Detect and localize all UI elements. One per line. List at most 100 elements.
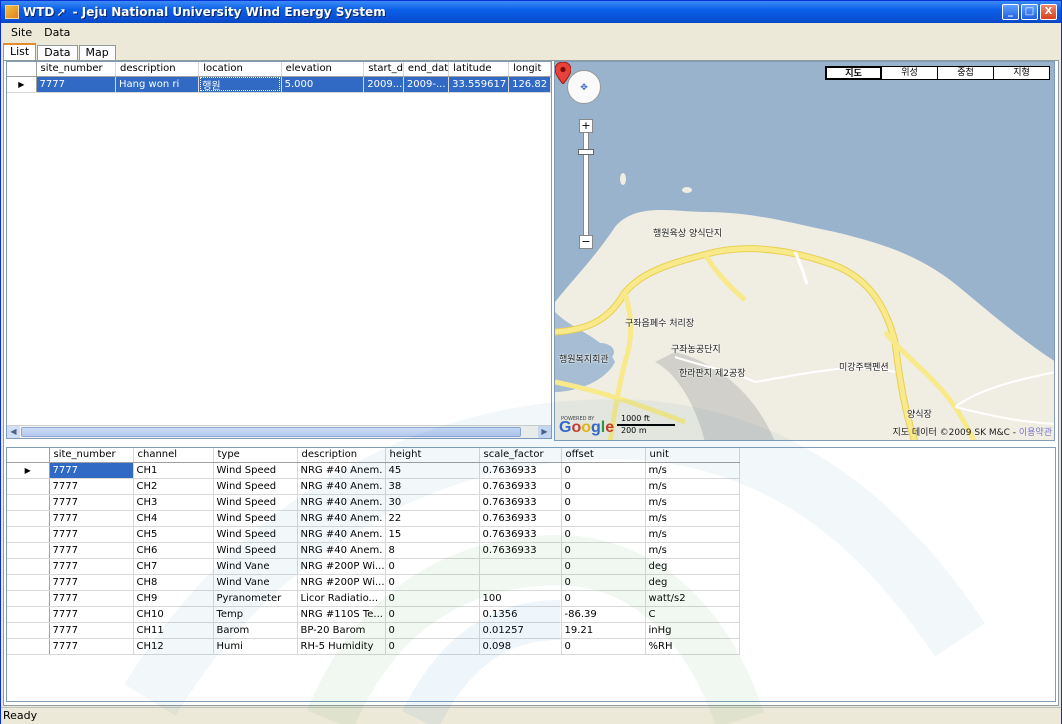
channel-cell-scale-factor[interactable]: 100 [479,590,562,607]
maximize-button[interactable]: □ [1021,4,1038,20]
site-column-header-longit[interactable]: longit [508,62,551,77]
channel-cell-type[interactable]: Wind Speed [213,478,298,495]
channel-column-header-offset[interactable]: offset [561,448,646,463]
minimize-button[interactable]: _ [1002,4,1019,20]
channel-cell-type[interactable]: Wind Speed [213,510,298,527]
channel-cell-offset[interactable]: 19.21 [561,622,646,639]
channel-cell-unit[interactable]: m/s [645,462,740,479]
channel-cell-unit[interactable]: C [645,606,740,623]
channel-cell-height[interactable]: 45 [385,462,480,479]
channel-cell-site-number[interactable]: 7777 [49,478,134,495]
channel-cell-site-number[interactable]: 7777 [49,574,134,591]
row-selector[interactable] [7,606,50,623]
channel-cell-offset[interactable]: 0 [561,510,646,527]
row-selector[interactable] [7,590,50,607]
channel-cell-description[interactable]: BP-20 Barom [297,622,386,639]
channel-cell-description[interactable]: NRG #40 Anem. [297,494,386,511]
channel-column-header-type[interactable]: type [213,448,298,463]
menu-data[interactable]: Data [38,26,76,39]
channel-cell-unit[interactable]: m/s [645,542,740,559]
channel-cell-scale-factor[interactable]: 0.7636933 [479,542,562,559]
site-column-header-latitude[interactable]: latitude [448,62,510,77]
channel-grid[interactable]: site_number channel type description height s… [6,447,1056,702]
channel-cell-offset[interactable]: 0 [561,494,646,511]
terms-of-use-link[interactable]: 이용약관 [1019,428,1052,438]
map-type-satellite-button[interactable]: 위성 [881,66,938,80]
channel-cell-scale-factor[interactable]: 0.7636933 [479,478,562,495]
channel-cell-offset[interactable]: 0 [561,558,646,575]
channel-cell-height[interactable]: 0 [385,574,480,591]
map-type-hybrid-button[interactable]: 중첩 [937,66,994,80]
zoom-rail[interactable] [583,131,589,241]
site-cell-site-number[interactable]: 7777 [36,76,117,93]
channel-cell-channel[interactable]: CH10 [133,606,214,623]
channel-cell-type[interactable]: Wind Speed [213,462,298,479]
table-row[interactable]: 7777 CH3 Wind Speed NRG #40 Anem. 30 0.763693… [7,494,740,511]
channel-cell-site-number[interactable]: 7777 [49,526,134,543]
channel-cell-description[interactable]: NRG #110S Te... [297,606,386,623]
channel-cell-type[interactable]: Wind Speed [213,494,298,511]
map-type-terrain-button[interactable]: 지형 [993,66,1050,80]
channel-cell-scale-factor[interactable] [479,574,562,591]
tab-list[interactable]: List [3,43,37,60]
zoom-slider[interactable]: + − [578,119,594,249]
table-row[interactable]: 7777 CH12 Humi RH-5 Humidity 0 0.098 0 %RH [7,638,740,655]
scroll-right-icon[interactable]: ▶ [538,426,551,438]
channel-column-header-scale-factor[interactable]: scale_factor [479,448,562,463]
channel-cell-type[interactable]: Wind Speed [213,526,298,543]
channel-column-header-unit[interactable]: unit [645,448,740,463]
channel-column-header-channel[interactable]: channel [133,448,214,463]
site-grid-horizontal-scrollbar[interactable]: ◀ ▶ [7,425,551,438]
site-cell-longit[interactable]: 126.82 [508,76,551,93]
row-selector[interactable] [7,622,50,639]
channel-cell-type[interactable]: Wind Speed [213,542,298,559]
channel-cell-unit[interactable]: inHg [645,622,740,639]
channel-cell-site-number[interactable]: 7777 [49,494,134,511]
row-selector[interactable] [7,510,50,527]
channel-cell-channel[interactable]: CH3 [133,494,214,511]
site-column-header-end-dat[interactable]: end_dat [403,62,450,77]
channel-cell-description[interactable]: NRG #40 Anem. [297,542,386,559]
scrollbar-thumb[interactable] [21,427,521,437]
channel-cell-site-number[interactable]: 7777 [49,590,134,607]
table-row[interactable]: 7777 CH8 Wind Vane NRG #200P Wi... 0 0 deg [7,574,740,591]
channel-cell-height[interactable]: 8 [385,542,480,559]
channel-cell-height[interactable]: 38 [385,478,480,495]
site-column-header-site-number[interactable]: site_number [36,62,117,77]
channel-cell-site-number[interactable]: 7777 [49,558,134,575]
channel-cell-description[interactable]: NRG #200P Wi... [297,558,386,575]
table-row[interactable]: 7777 CH11 Barom BP-20 Barom 0 0.01257 19.21 inH… [7,622,740,639]
channel-cell-height[interactable]: 30 [385,494,480,511]
channel-cell-description[interactable]: NRG #40 Anem. [297,478,386,495]
channel-cell-height[interactable]: 22 [385,510,480,527]
site-cell-description[interactable]: Hang won ri [115,76,200,93]
site-grid[interactable]: site_number description location elevation s… [6,61,552,439]
channel-cell-unit[interactable]: m/s [645,494,740,511]
channel-cell-height[interactable]: 0 [385,606,480,623]
table-row[interactable]: 7777 CH7 Wind Vane NRG #200P Wi... 0 0 deg [7,558,740,575]
channel-cell-offset[interactable]: 0 [561,590,646,607]
channel-cell-channel[interactable]: CH5 [133,526,214,543]
site-cell-end-dat[interactable]: 2009-... [403,76,450,93]
channel-cell-site-number[interactable]: 7777 [49,638,134,655]
row-selector[interactable] [7,574,50,591]
channel-cell-scale-factor[interactable]: 0.7636933 [479,510,562,527]
channel-column-header-site-number[interactable]: site_number [49,448,134,463]
channel-cell-channel[interactable]: CH12 [133,638,214,655]
channel-cell-height[interactable]: 0 [385,638,480,655]
channel-cell-site-number[interactable]: 7777 [49,542,134,559]
zoom-in-button[interactable]: + [579,119,593,133]
row-selector[interactable] [7,478,50,495]
channel-cell-offset[interactable]: 0 [561,478,646,495]
site-cell-latitude[interactable]: 33.559617 [448,76,510,93]
channel-cell-description[interactable]: RH-5 Humidity [297,638,386,655]
channel-column-header-height[interactable]: height [385,448,480,463]
channel-cell-type[interactable]: Temp [213,606,298,623]
pan-control-icon[interactable]: ✥ [567,70,601,104]
channel-cell-channel[interactable]: CH11 [133,622,214,639]
channel-cell-offset[interactable]: 0 [561,542,646,559]
channel-cell-description[interactable]: Licor Radiatio... [297,590,386,607]
row-selector[interactable] [7,558,50,575]
table-row[interactable]: 7777 CH10 Temp NRG #110S Te... 0 0.1356 -86.39… [7,606,740,623]
channel-cell-offset[interactable]: 0 [561,462,646,479]
